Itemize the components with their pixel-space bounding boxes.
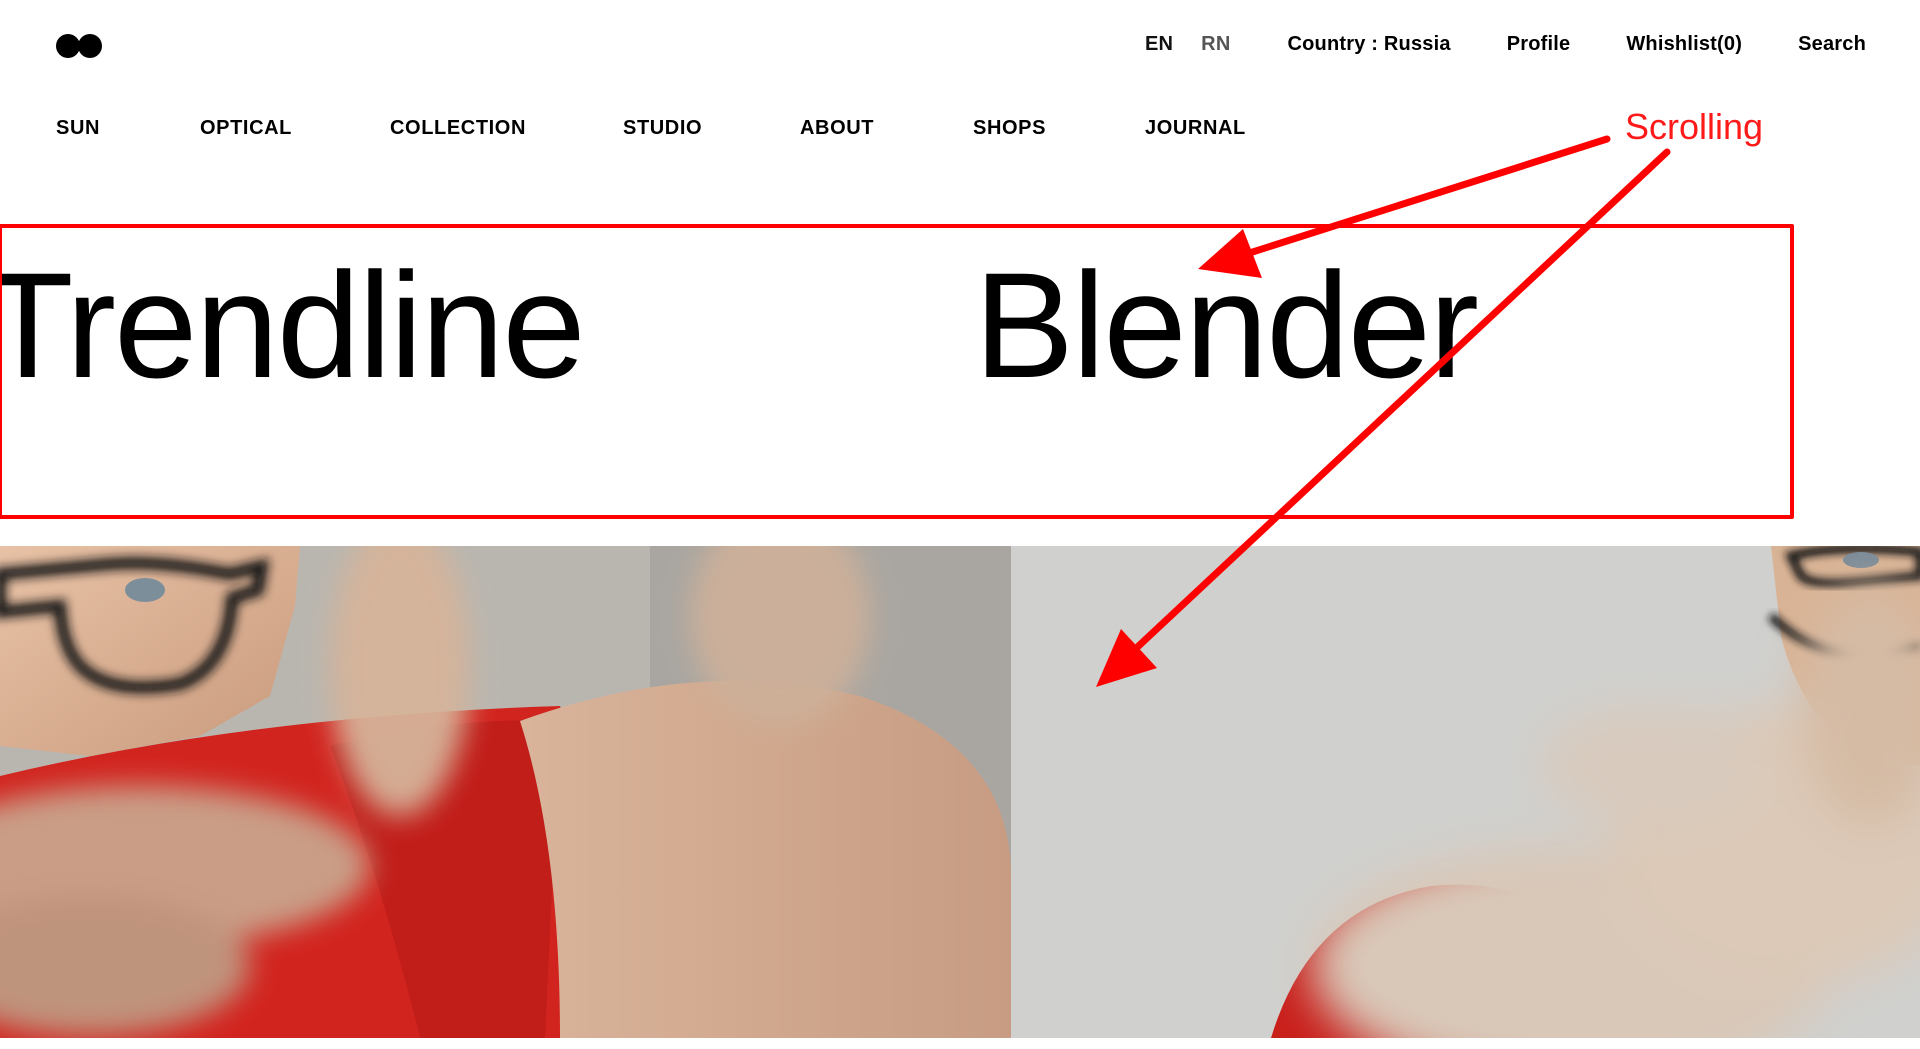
nav-item-about[interactable]: ABOUT (800, 117, 973, 140)
search-link[interactable]: Search (1798, 33, 1866, 56)
page-bottom-strip (0, 1038, 1920, 1049)
logo-dot-left (56, 34, 80, 58)
logo-icon[interactable] (56, 34, 106, 58)
main-nav: SUN OPTICAL COLLECTION STUDIO ABOUT SHOP… (56, 117, 1246, 140)
man-glasses-photo-right (1011, 546, 1920, 1038)
marquee-word-trendline: Trendline (0, 250, 586, 409)
nav-item-journal[interactable]: JOURNAL (1145, 117, 1246, 140)
marquee-word-blender: Blender (974, 250, 1479, 409)
nav-item-collection[interactable]: COLLECTION (390, 117, 623, 140)
logo-dot-right (78, 34, 102, 58)
language-en-link[interactable]: EN (1145, 33, 1173, 56)
hero-images (0, 546, 1920, 1038)
profile-link[interactable]: Profile (1507, 33, 1571, 56)
arrow-to-marquee-line (1236, 135, 1611, 260)
nav-item-optical[interactable]: OPTICAL (200, 117, 390, 140)
country-selector[interactable]: Country : Russia (1287, 33, 1450, 56)
scrolling-marquee: Trendline Blender (0, 250, 1920, 450)
wishlist-link[interactable]: Whishlist(0) (1626, 33, 1742, 56)
language-rn-link[interactable]: RN (1201, 33, 1230, 56)
nav-item-studio[interactable]: STUDIO (623, 117, 800, 140)
annotation-label: Scrolling (1625, 106, 1764, 147)
nav-item-sun[interactable]: SUN (56, 117, 200, 140)
man-glasses-photo-left (0, 546, 1011, 1038)
utility-nav: EN RN Country : Russia Profile Whishlist… (1145, 33, 1866, 56)
hero-image-left (0, 546, 1011, 1038)
nav-item-shops[interactable]: SHOPS (973, 117, 1145, 140)
hero-image-right (1011, 546, 1920, 1038)
page: EN RN Country : Russia Profile Whishlist… (0, 0, 1920, 1049)
